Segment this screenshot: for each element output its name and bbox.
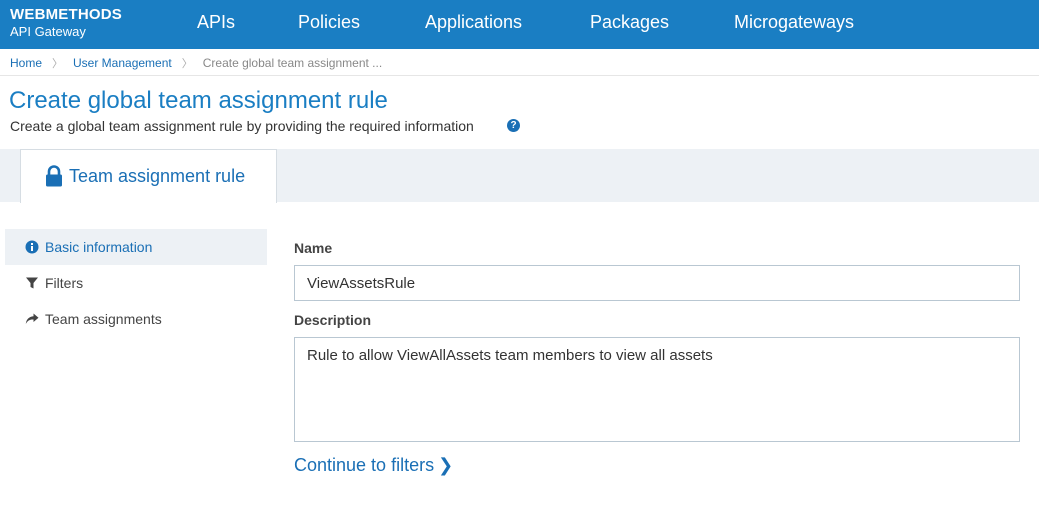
breadcrumb-separator-icon: 〉: [52, 58, 64, 70]
lock-icon: [46, 165, 62, 187]
sidenav-item-label: Basic information: [45, 239, 153, 255]
breadcrumb-divider: [0, 75, 1039, 76]
breadcrumb: Home 〉 User Management 〉 Create global team …: [10, 55, 382, 71]
nav-item-policies[interactable]: Policies: [298, 12, 360, 33]
breadcrumb-separator-icon: 〉: [181, 58, 193, 70]
name-label: Name: [294, 240, 333, 256]
breadcrumb-user-management[interactable]: User Management: [73, 56, 172, 70]
nav-item-applications[interactable]: Applications: [425, 12, 522, 33]
nav-item-apis[interactable]: APIs: [197, 12, 235, 33]
sidenav-item-team-assignments[interactable]: Team assignments: [5, 301, 267, 337]
sidenav-item-label: Filters: [45, 275, 84, 291]
brand-product: API Gateway: [10, 24, 86, 39]
breadcrumb-home[interactable]: Home: [10, 56, 42, 70]
breadcrumb-current: Create global team assignment ...: [202, 56, 383, 70]
name-input[interactable]: [294, 265, 1020, 301]
sidenav-item-basic-information[interactable]: Basic information: [5, 229, 267, 265]
brand-logo[interactable]: WEBMETHODS API Gateway: [10, 7, 122, 38]
chevron-right-icon: ❯: [438, 455, 454, 475]
sidenav-item-label: Team assignments: [45, 311, 162, 327]
sidenav-item-filters[interactable]: Filters: [5, 265, 267, 301]
tab-team-assignment-rule[interactable]: Team assignment rule: [20, 149, 277, 203]
filter-icon: [26, 277, 38, 289]
share-arrow-icon: [25, 313, 39, 324]
description-label: Description: [294, 312, 372, 328]
continue-label: Continue to filters: [294, 455, 435, 475]
continue-to-filters-link[interactable]: Continue to filters ❯: [294, 455, 453, 476]
page-title: Create global team assignment rule: [9, 87, 388, 114]
brand-name: WEBMETHODS: [10, 6, 122, 23]
top-navigation-bar: WEBMETHODS API Gateway APIs Policies App…: [0, 0, 1039, 49]
description-textarea[interactable]: Rule to allow ViewAllAssets team members…: [294, 337, 1020, 442]
help-icon[interactable]: ?: [507, 119, 520, 132]
side-navigation: Basic information Filters Team assignmen…: [5, 229, 267, 337]
info-icon: [25, 240, 39, 254]
nav-item-microgateways[interactable]: Microgateways: [734, 12, 854, 33]
nav-item-packages[interactable]: Packages: [590, 12, 669, 33]
tab-label: Team assignment rule: [69, 166, 246, 186]
page-subtitle: Create a global team assignment rule by …: [10, 118, 474, 134]
